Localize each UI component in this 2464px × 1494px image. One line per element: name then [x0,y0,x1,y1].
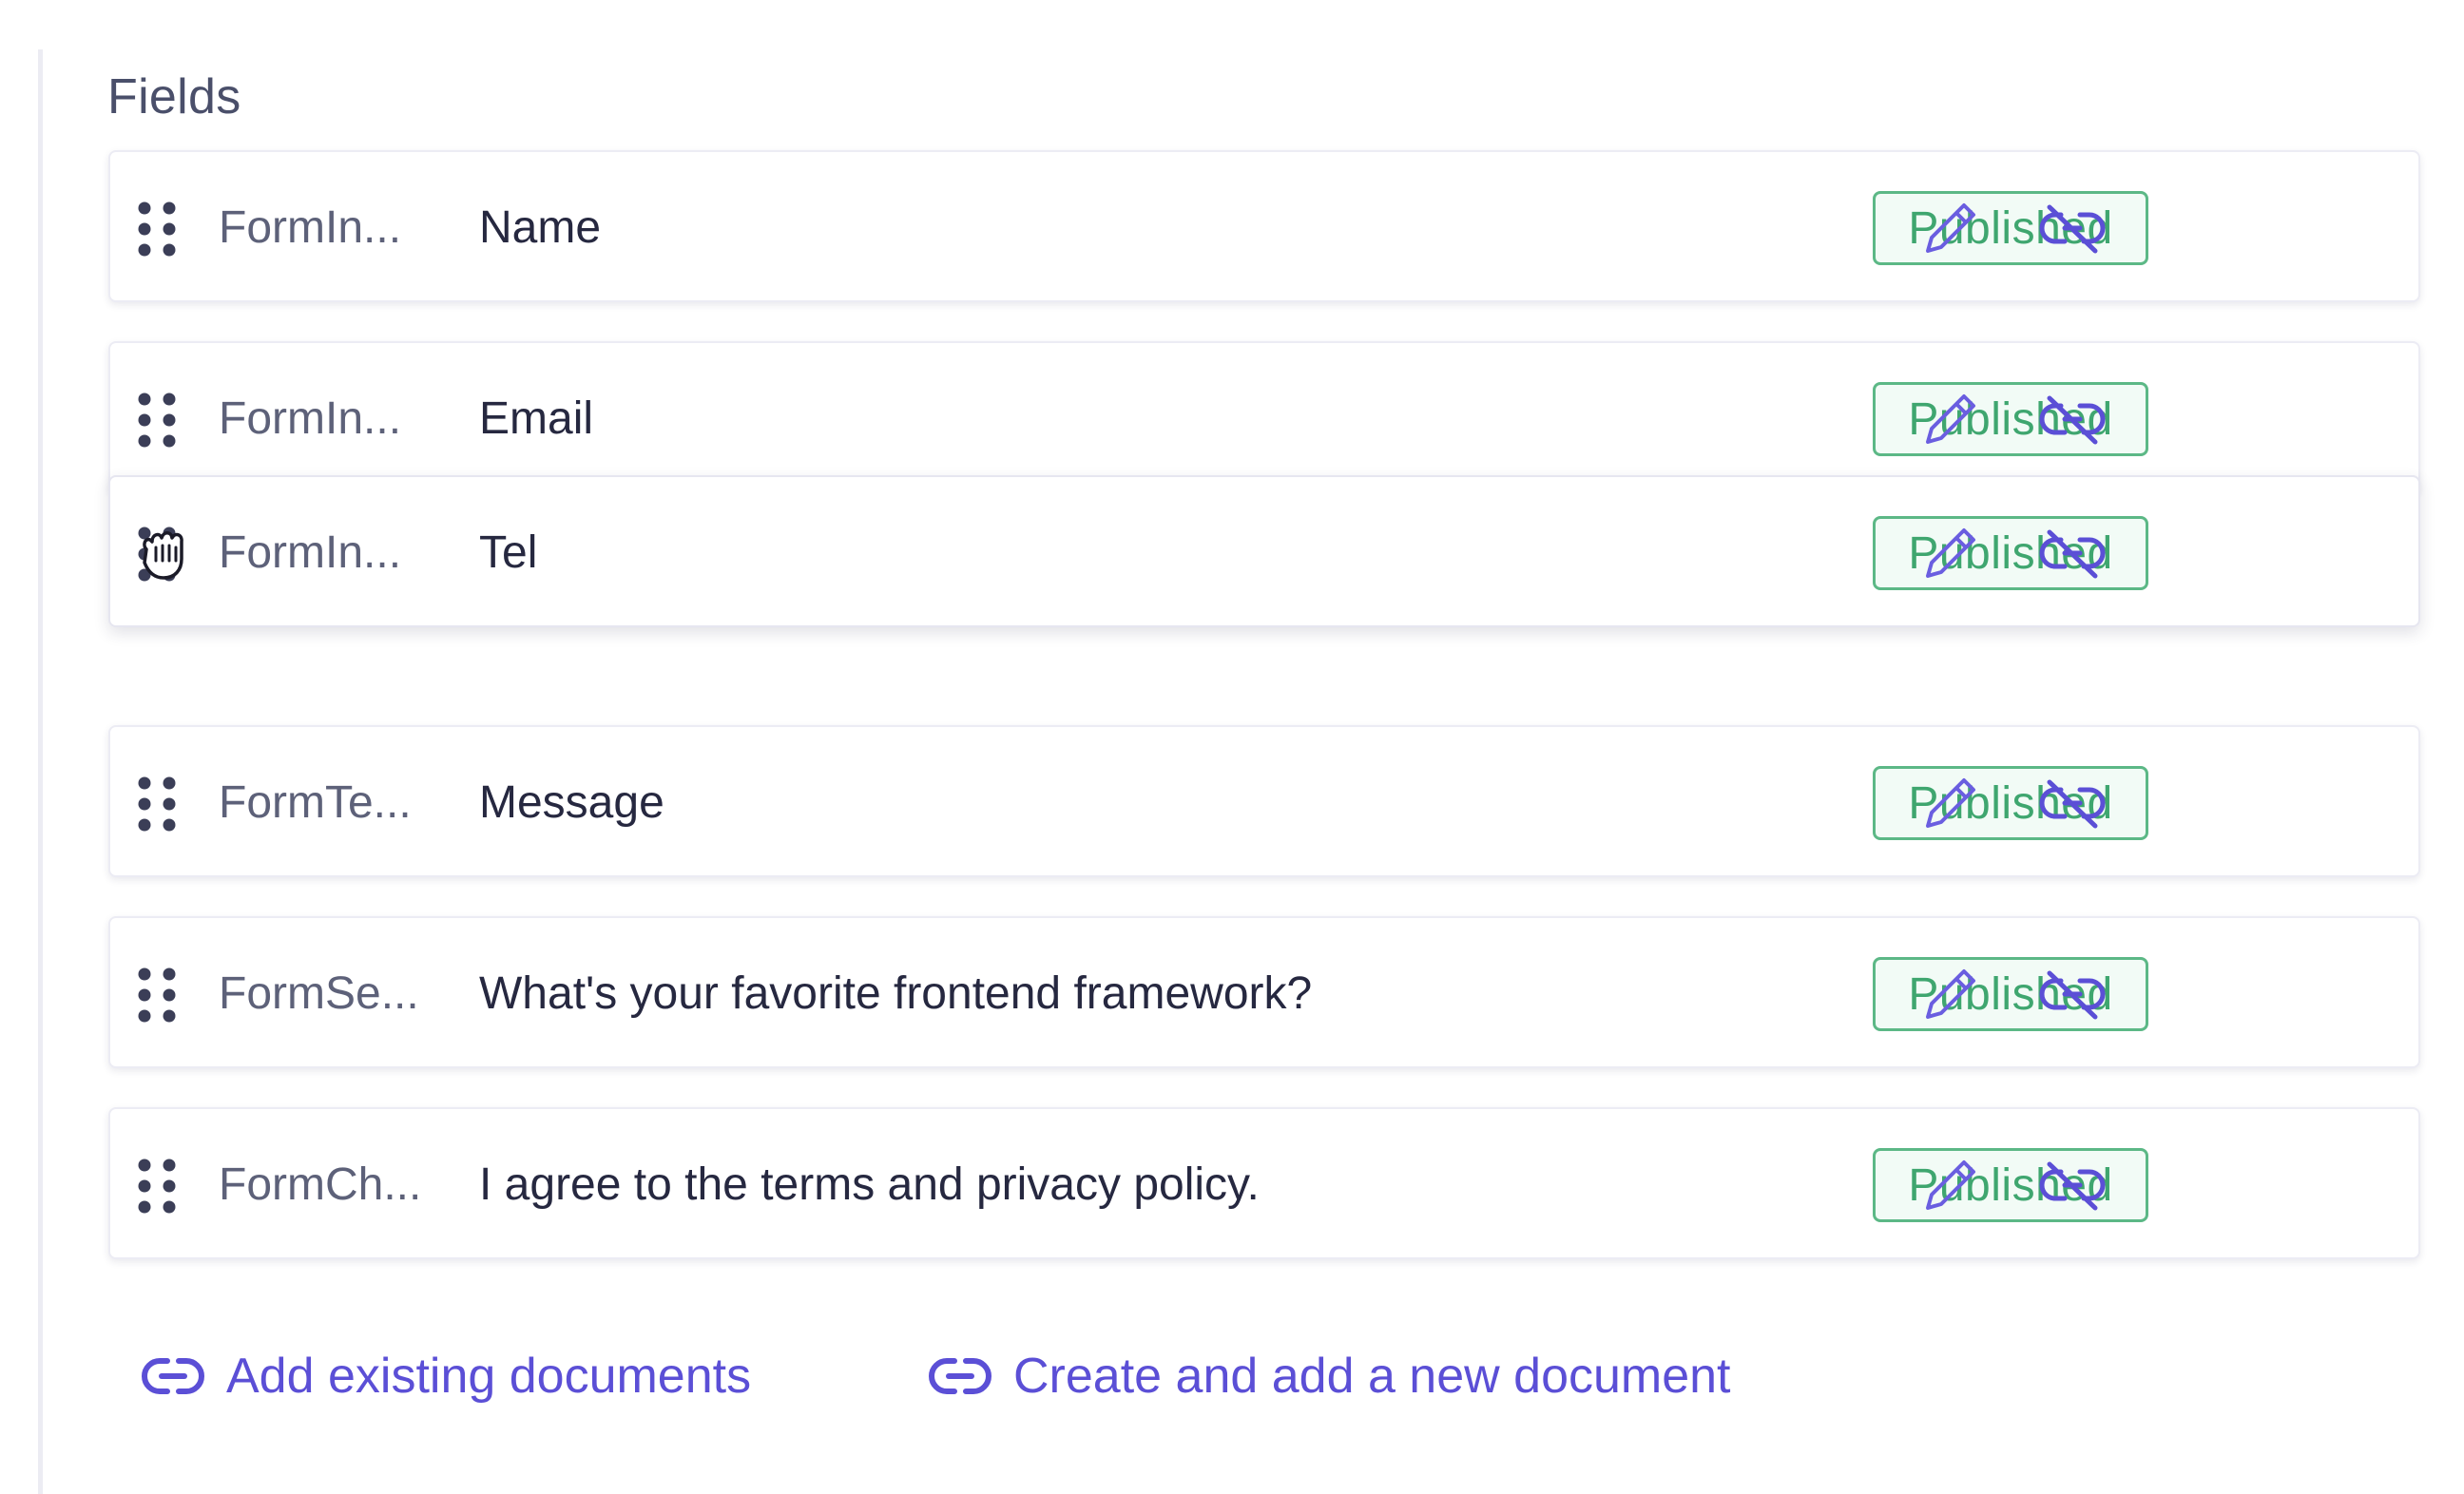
edit-button[interactable] [1915,958,1987,1030]
section-title: Fields [107,69,241,124]
field-label: Message [479,777,664,828]
pencil-icon [1915,1149,1987,1221]
edit-button[interactable] [1915,517,1987,589]
unlink-icon [2036,1149,2108,1221]
field-label: Name [479,202,602,253]
add-existing-documents-label: Add existing documents [226,1349,752,1404]
component-type-label: FormIn... [219,202,402,253]
field-row-framework[interactable]: FormSe... What's your favorite frontend … [108,916,2420,1068]
component-type-label: FormIn... [219,527,402,578]
component-type-label: FormIn... [219,393,402,444]
unlink-button[interactable] [2036,1149,2108,1221]
pencil-icon [1915,958,1987,1030]
grab-hand-cursor-icon [133,521,196,584]
unlink-button[interactable] [2036,767,2108,839]
edit-button[interactable] [1915,1149,1987,1221]
unlink-button[interactable] [2036,192,2108,264]
component-type-label: FormCh... [219,1159,422,1210]
field-label: I agree to the terms and privacy policy. [479,1159,1260,1210]
unlink-button[interactable] [2036,383,2108,455]
link-icon [929,1358,991,1394]
pencil-icon [1915,517,1987,589]
create-new-document-label: Create and add a new document [1013,1349,1731,1404]
field-row-message[interactable]: FormTe... Message Published [108,725,2420,877]
unlink-button[interactable] [2036,517,2108,589]
unlink-button[interactable] [2036,958,2108,1030]
drag-handle-icon[interactable] [136,201,180,258]
component-type-label: FormTe... [219,777,412,828]
pencil-icon [1915,767,1987,839]
field-row-terms[interactable]: FormCh... I agree to the terms and priva… [108,1107,2420,1259]
unlink-icon [2036,517,2108,589]
field-label: What's your favorite frontend framework? [479,968,1313,1019]
field-label: Email [479,393,594,444]
unlink-icon [2036,383,2108,455]
field-row-tel-dragging[interactable]: FormIn... Tel Published [108,475,2420,627]
add-existing-documents-link[interactable]: Add existing documents [141,1338,751,1414]
drag-handle-icon[interactable] [136,967,180,1024]
edit-button[interactable] [1915,192,1987,264]
drag-handle-icon[interactable] [136,776,180,833]
component-type-label: FormSe... [219,968,419,1019]
field-row-email[interactable]: FormIn... Email Published [108,341,2420,493]
drag-handle-icon[interactable] [136,392,180,449]
link-icon [142,1358,204,1394]
panel-left-border [38,49,43,1494]
unlink-icon [2036,192,2108,264]
create-new-document-link[interactable]: Create and add a new document [928,1338,1731,1414]
drag-handle-icon[interactable] [136,1158,180,1215]
unlink-icon [2036,958,2108,1030]
edit-button[interactable] [1915,383,1987,455]
field-label: Tel [479,527,538,578]
field-row-name[interactable]: FormIn... Name Published [108,150,2420,302]
pencil-icon [1915,383,1987,455]
unlink-icon [2036,767,2108,839]
edit-button[interactable] [1915,767,1987,839]
pencil-icon [1915,192,1987,264]
